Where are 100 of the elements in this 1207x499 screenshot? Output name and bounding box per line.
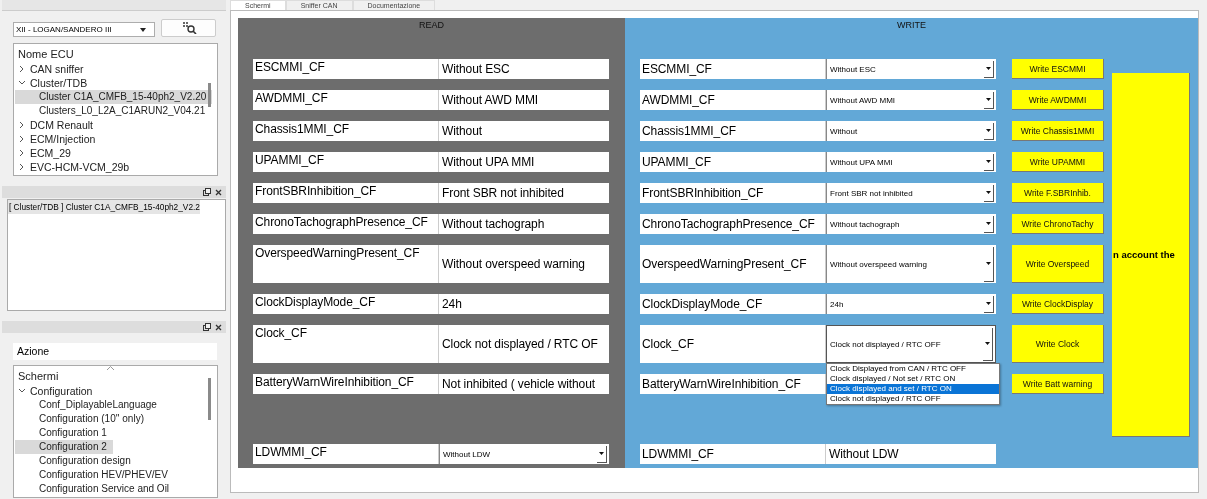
write-button[interactable]: Write ClockDisplay (1012, 294, 1104, 314)
dropdown[interactable]: Clock not displayed / RTC OFF (826, 325, 996, 363)
tree-header: Nome ECU (17, 47, 75, 62)
tree-item[interactable]: Configuration design (15, 454, 137, 468)
field-label: BatteryWarnWireInhibition_CF (640, 374, 826, 394)
tree-item[interactable]: Configuration 2 (15, 440, 113, 454)
dropdown-caret-icon (986, 191, 991, 194)
dropdown[interactable]: Without LDW (439, 444, 609, 464)
tree-header: Schermi (17, 369, 60, 384)
value-field: 24h (439, 294, 609, 314)
note-text: n account the (1112, 248, 1176, 260)
dropdown[interactable]: Without overspeed warning (826, 245, 996, 283)
dropdown[interactable]: Without (826, 121, 996, 141)
field-label: FrontSBRInhibition_CF (253, 183, 439, 203)
value-field: Without UPA MMI (439, 152, 609, 172)
field-label: ChronoTachographPresence_CF (253, 214, 439, 234)
value-field: Without LDW (826, 444, 996, 464)
value-field: Without tachograph (439, 214, 609, 234)
dropdown-caret-icon (985, 342, 990, 345)
tree-item-label: Configuration (30, 385, 93, 397)
field-label: Clock_CF (253, 325, 439, 363)
field-label: LDWMMI_CF (253, 444, 439, 464)
field-label: Clock_CF (640, 325, 826, 363)
dropdown[interactable]: Without ESC (826, 59, 996, 79)
tree-item-label: DCM Renault (30, 119, 94, 131)
dropdown-caret-icon (986, 160, 991, 163)
write-button[interactable]: Write AWDMMI (1012, 90, 1104, 110)
field-label: Chassis1MMI_CF (640, 121, 826, 141)
dropdown-caret-icon (986, 222, 991, 225)
value-field: Without ESC (439, 59, 609, 79)
tree-item[interactable]: Cluster C1A_CMFB_15-40ph2_V2.20 (15, 90, 213, 104)
tree-item-label: Cluster/TDB (30, 77, 88, 89)
dropdown-option[interactable]: Clock displayed / Not set / RTC ON (827, 374, 999, 384)
dropdown[interactable]: Front SBR not inhibited (826, 183, 996, 203)
tree-item[interactable]: Configuration Service and Oil (15, 482, 176, 496)
dropdown-caret-icon (140, 27, 146, 32)
field-label: LDWMMI_CF (640, 444, 826, 464)
field-label: OverspeedWarningPresent_CF (640, 245, 826, 283)
float-icon[interactable] (203, 188, 211, 196)
field-label: Chassis1MMI_CF (253, 121, 439, 141)
vehicle-dropdown[interactable]: XII - LOGAN/SANDERO III (13, 22, 155, 37)
dropdown[interactable]: Without AWD MMI (826, 90, 996, 110)
write-button[interactable]: Write ESCMMI (1012, 59, 1104, 79)
write-button[interactable]: Write UPAMMI (1012, 152, 1104, 172)
value-field: Without (439, 121, 609, 141)
field-label: ESCMMI_CF (640, 59, 826, 79)
tree-item[interactable]: Configuration (15, 384, 93, 398)
field-label: ChronoTachographPresence_CF (640, 214, 826, 234)
field-label: AWDMMI_CF (253, 90, 439, 110)
scroll-up-icon (107, 366, 114, 370)
field-label: UPAMMI_CF (253, 152, 439, 172)
write-button[interactable]: Write Clock (1012, 325, 1104, 363)
write-button[interactable]: Write Overspeed (1012, 245, 1104, 283)
dropdown-option[interactable]: Clock Displayed from CAN / RTC OFF (827, 364, 999, 374)
tree-item[interactable]: Clusters_L0_L2A_C1ARUN2_V04.21 (15, 104, 212, 118)
tree-item[interactable]: ECM_29 (15, 146, 71, 160)
tree-item[interactable]: DCM Renault (15, 118, 94, 132)
value-field: Without AWD MMI (439, 90, 609, 110)
panel-title: WRITE (896, 20, 927, 32)
field-label: OverspeedWarningPresent_CF (253, 245, 439, 283)
tree-item[interactable]: ECM/Injection (15, 132, 96, 146)
dropdown-option[interactable]: Clock displayed and set / RTC ON (827, 384, 999, 394)
tree-item[interactable]: Configuration (10'' only) (15, 412, 150, 426)
tree-item[interactable]: Conf_DiplayableLanguage (15, 398, 163, 412)
scrollbar-thumb[interactable] (208, 83, 211, 107)
tree-item-label: ECM_29 (30, 147, 71, 159)
dropdown-caret-icon (986, 129, 991, 132)
tree-item[interactable]: Configuration 1 (15, 426, 113, 440)
expanded-chevron-icon (18, 387, 26, 395)
write-button[interactable]: Write Batt warning (1012, 374, 1104, 394)
dropdown[interactable]: Without UPA MMI (826, 152, 996, 172)
dropdown[interactable]: 24h (826, 294, 996, 314)
field-label: BatteryWarnWireInhibition_CF (253, 374, 439, 394)
close-icon[interactable] (215, 323, 222, 331)
scrollbar-thumb[interactable] (208, 378, 211, 420)
panel-title: READ (418, 20, 445, 32)
dropdown[interactable]: Without tachograph (826, 214, 996, 234)
float-icon[interactable] (203, 323, 211, 331)
write-button[interactable]: Write Chassis1MMI (1012, 121, 1104, 141)
search-button[interactable] (161, 19, 216, 37)
tree-item[interactable]: Configuration HEV/PHEV/EV (15, 468, 174, 482)
dropdown-caret-icon (986, 98, 991, 101)
field-label: ClockDisplayMode_CF (253, 294, 439, 314)
list-item[interactable]: [ Cluster/TDB ] Cluster C1A_CMFB_15-40ph2_V2.2 (8, 200, 200, 214)
field-label: ESCMMI_CF (253, 59, 439, 79)
write-button[interactable]: Write F.SBRInhib. (1012, 183, 1104, 203)
value-field: Without overspeed warning (439, 245, 609, 283)
value-field: Not inhibited ( vehicle without (439, 374, 609, 394)
expanded-chevron-icon (18, 79, 26, 87)
close-icon[interactable] (215, 188, 222, 196)
tree-item[interactable]: EVC-HCM-VCM_29b (15, 160, 130, 174)
dropdown-caret-icon (986, 302, 991, 305)
field-label: UPAMMI_CF (640, 152, 826, 172)
dropdown-option[interactable]: Clock not displayed / RTC OFF (827, 394, 999, 404)
collapsed-chevron-icon (18, 65, 26, 73)
tree-item[interactable]: CAN sniffer (15, 62, 84, 76)
tree-item[interactable]: Cluster/TDB (15, 76, 88, 90)
field-label: AWDMMI_CF (640, 90, 826, 110)
dropdown-caret-icon (599, 452, 604, 455)
write-button[interactable]: Write ChronoTachy (1012, 214, 1104, 234)
